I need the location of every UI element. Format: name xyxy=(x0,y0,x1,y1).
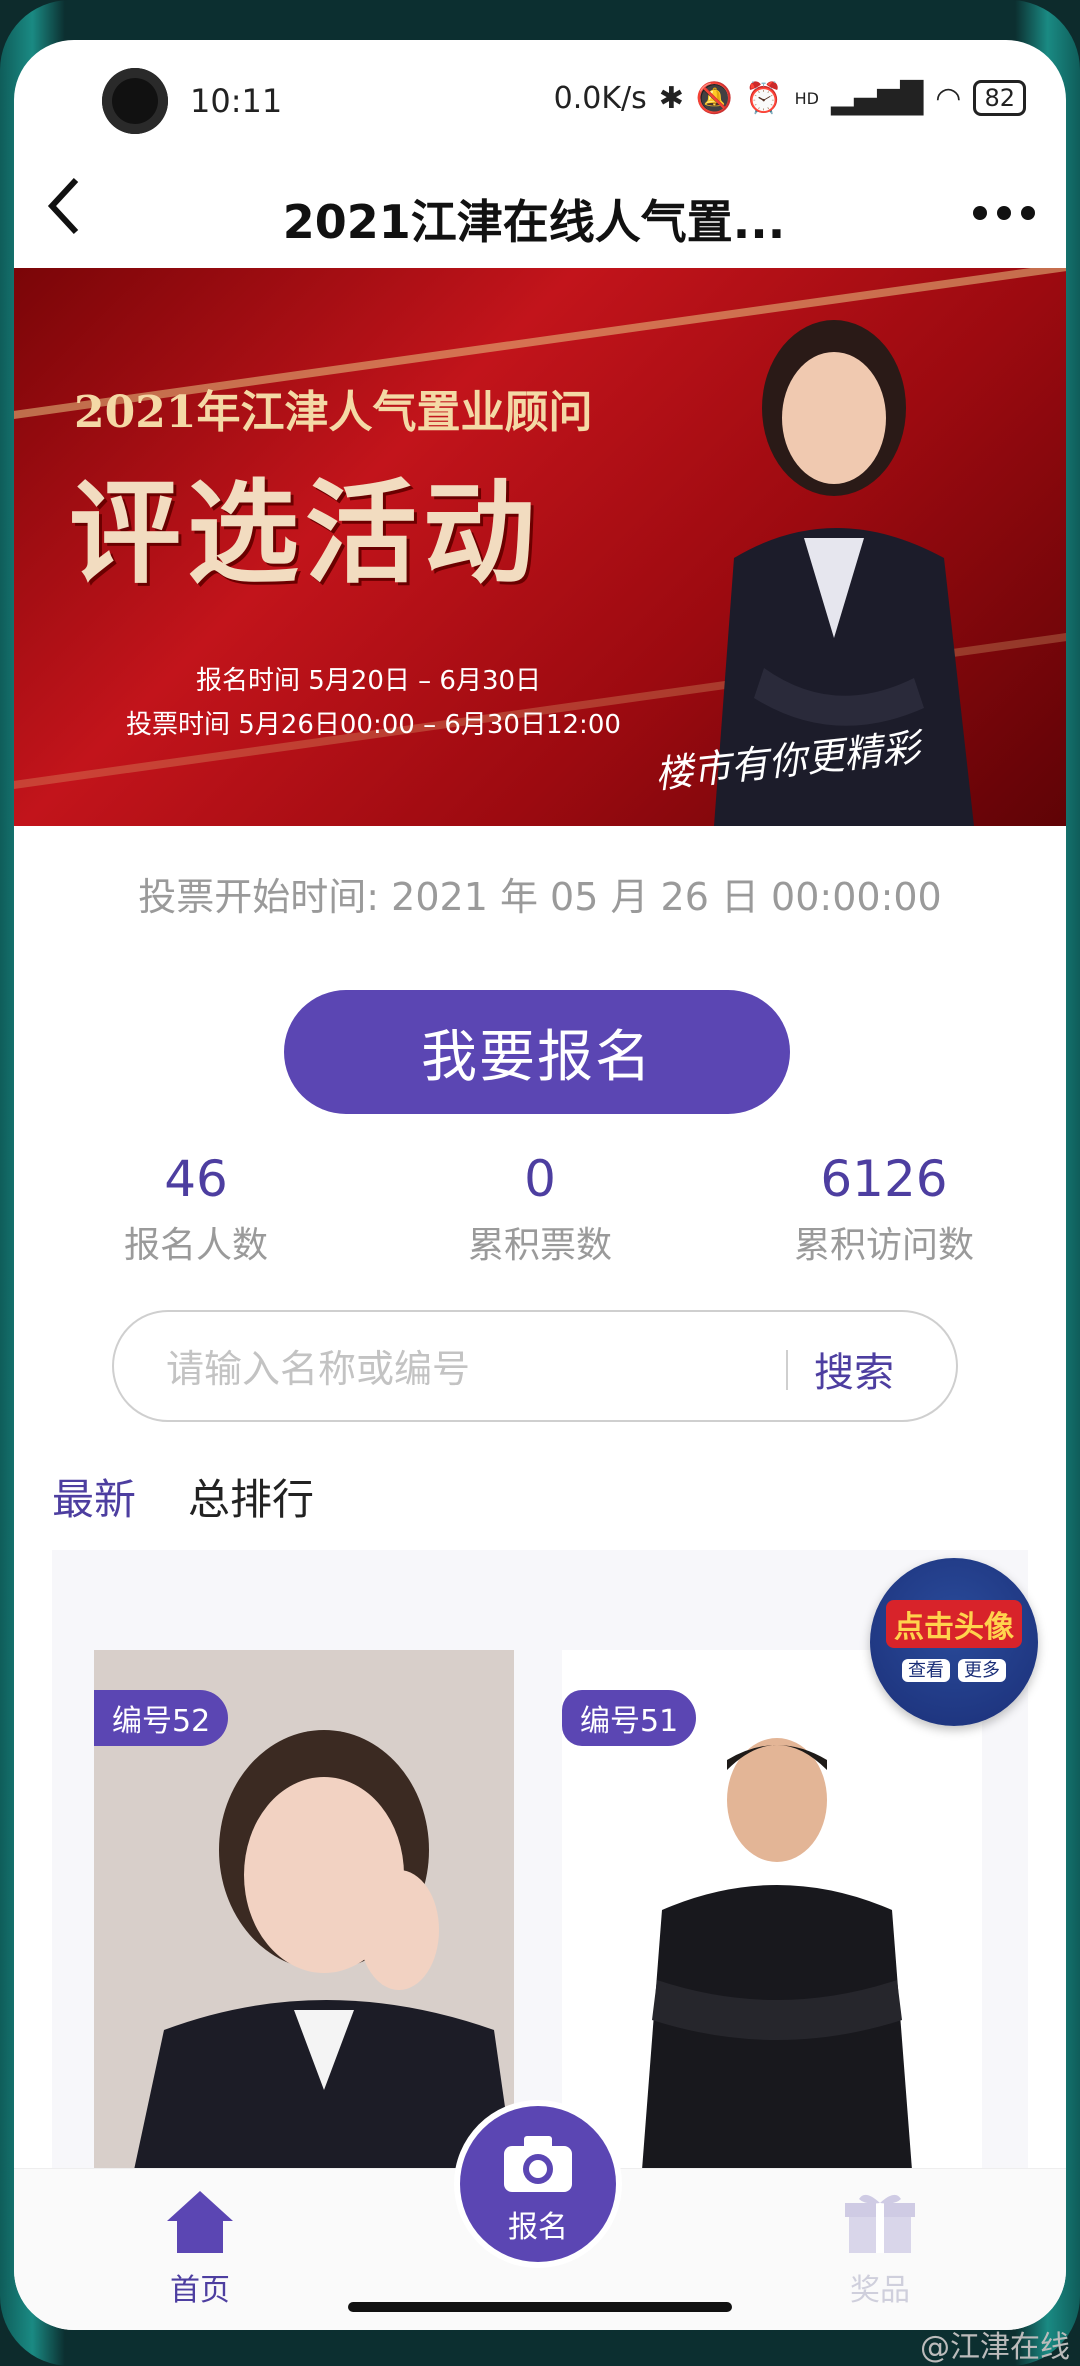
stat-visits: 6126 累积访问数 xyxy=(734,1150,1034,1268)
app-screen: 10:11 0.0K/s ✱ 🔕 ⏰ HD ▂▄▆█ ◠ 82 2021江津在线… xyxy=(14,40,1066,2330)
search-button[interactable]: 搜索 xyxy=(814,1340,894,1398)
tab-latest[interactable]: 最新 xyxy=(52,1466,136,1527)
candidate-card[interactable]: 编号52 xyxy=(94,1650,514,2170)
search-divider xyxy=(786,1350,788,1390)
mute-bell-icon: 🔕 xyxy=(695,80,734,116)
camera-icon xyxy=(504,2136,572,2192)
stat-value: 6126 xyxy=(820,1150,948,1208)
vote-start-time: 投票开始时间: 2021 年 05 月 26 日 00:00:00 xyxy=(138,875,942,919)
wifi-icon: ◠ xyxy=(935,80,962,116)
banner-big-title: 评选活动 xyxy=(69,468,541,599)
tab-prize[interactable]: 奖品 xyxy=(780,2189,980,2309)
banner-heading: 2021年江津人气置业顾问 xyxy=(74,387,593,438)
stat-label: 累积访问数 xyxy=(793,1225,974,1266)
search-bar: 搜索 xyxy=(112,1310,958,1422)
floating-badge-left: 查看 xyxy=(902,1659,950,1682)
stat-participants: 46 报名人数 xyxy=(46,1150,346,1268)
status-bar: 10:11 0.0K/s ✱ 🔕 ⏰ HD ▂▄▆█ ◠ 82 xyxy=(14,40,1066,140)
floating-badge-sub: 查看 更多 xyxy=(870,1656,1038,1682)
click-avatar-floating-badge[interactable]: 点击头像 查看 更多 xyxy=(870,1558,1038,1726)
more-dots-icon[interactable] xyxy=(972,172,1036,237)
event-banner[interactable]: 2021年江津人气置业顾问 评选活动 报名时间 5月20日 – 6月30日 投票… xyxy=(14,268,1066,826)
tab-home-label: 首页 xyxy=(170,2273,230,2308)
floating-badge-right: 更多 xyxy=(958,1659,1006,1682)
tab-ranking[interactable]: 总排行 xyxy=(188,1466,314,1527)
stat-value: 46 xyxy=(164,1150,228,1208)
stat-label: 累积票数 xyxy=(467,1225,612,1266)
stat-label: 报名人数 xyxy=(123,1225,268,1266)
search-input[interactable] xyxy=(164,1340,728,1398)
tab-prize-label: 奖品 xyxy=(850,2273,910,2308)
candidate-card[interactable]: 编号51 xyxy=(562,1650,982,2170)
floating-badge-title: 点击头像 xyxy=(886,1600,1022,1648)
nav-bar: 2021江津在线人气置... xyxy=(14,150,1066,270)
bluetooth-icon: ✱ xyxy=(658,80,684,116)
signal-icon: ▂▄▆█ xyxy=(830,80,924,116)
banner-signup-period: 报名时间 5月20日 – 6月30日 xyxy=(196,666,542,696)
stat-votes: 0 累积票数 xyxy=(390,1150,690,1268)
watermark: @江津在线 xyxy=(920,2330,1070,2365)
stat-value: 0 xyxy=(524,1150,556,1208)
status-time: 10:11 xyxy=(190,82,283,120)
battery-indicator: 82 xyxy=(973,80,1026,116)
banner-vote-period: 投票时间 5月26日00:00 – 6月30日12:00 xyxy=(126,710,621,740)
alarm-icon: ⏰ xyxy=(745,80,783,116)
tab-home[interactable]: 首页 xyxy=(100,2189,300,2309)
signal-label: HD xyxy=(794,88,819,108)
signup-button[interactable]: 我要报名 xyxy=(284,990,790,1114)
candidate-number-badge: 编号52 xyxy=(94,1690,229,1746)
page-title: 2021江津在线人气置... xyxy=(282,195,786,249)
back-icon[interactable] xyxy=(44,174,84,249)
home-icon xyxy=(167,2191,233,2253)
status-icons: 0.0K/s ✱ 🔕 ⏰ HD ▂▄▆█ ◠ 82 xyxy=(554,80,1026,116)
home-indicator[interactable] xyxy=(348,2302,732,2312)
network-speed: 0.0K/s xyxy=(553,80,647,116)
front-camera xyxy=(102,68,168,134)
signup-camera-label: 报名 xyxy=(508,2210,568,2245)
candidate-number-badge: 编号51 xyxy=(562,1690,697,1746)
gift-icon xyxy=(845,2194,915,2253)
signup-camera-button[interactable]: 报名 xyxy=(460,2106,616,2262)
